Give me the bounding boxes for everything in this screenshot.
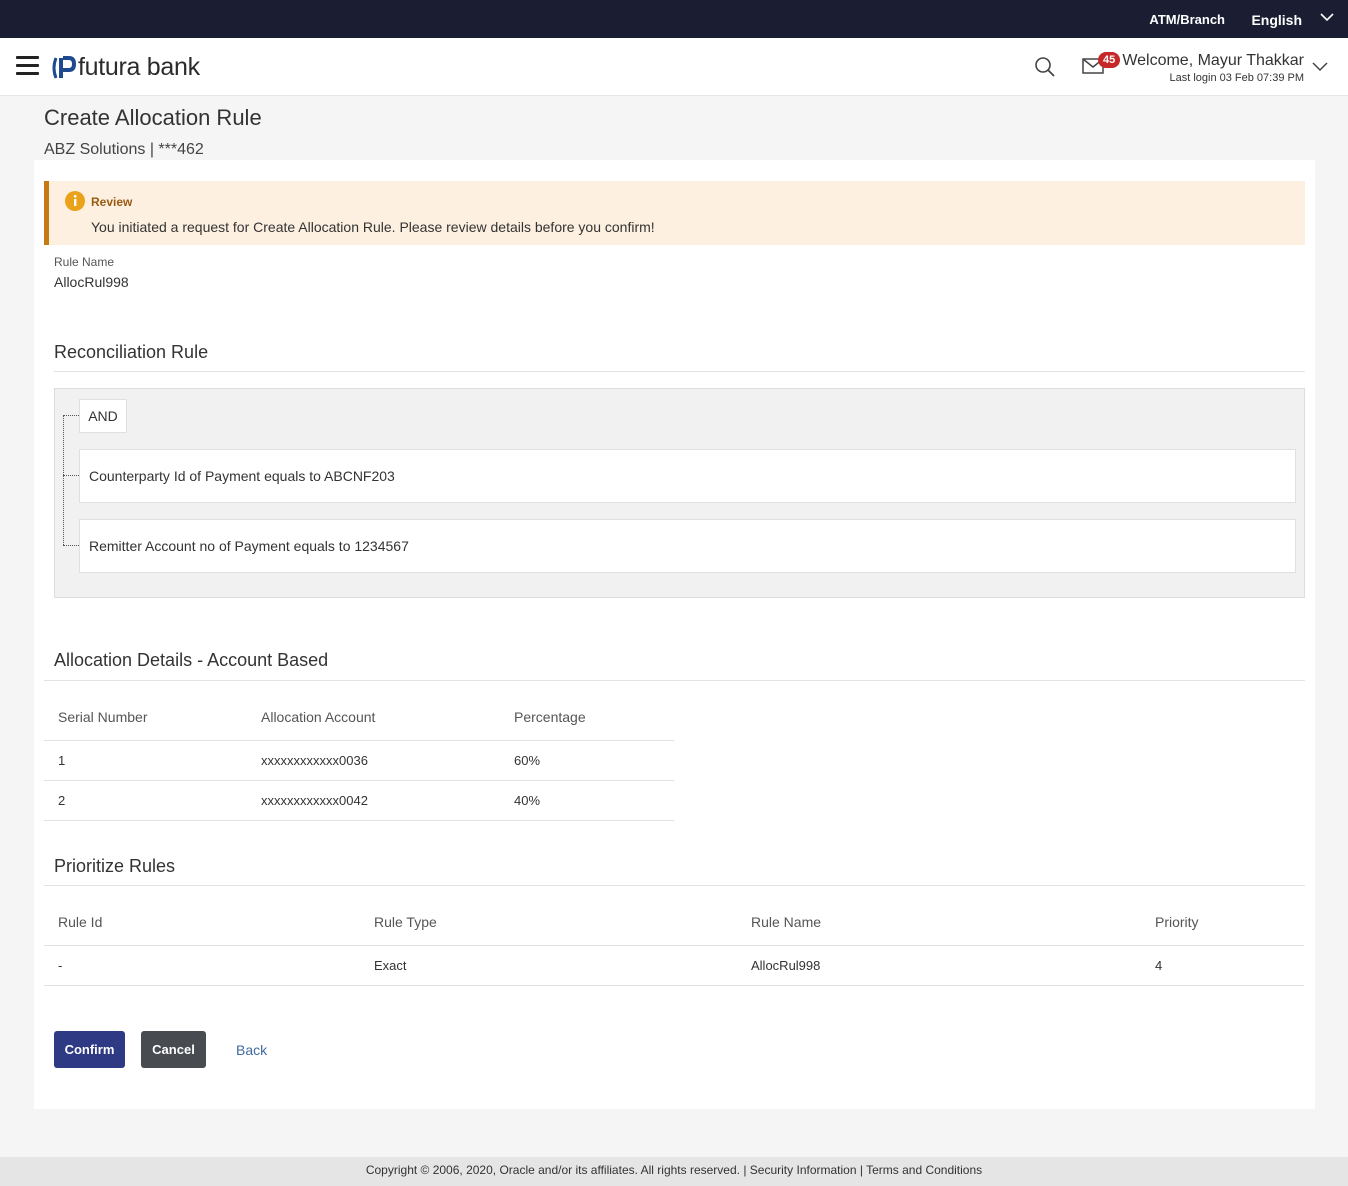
column-header: Rule Type [360,899,737,946]
welcome-user[interactable]: Welcome, Mayur Thakkar [1122,52,1304,70]
table-row: - Exact AllocRul998 4 [44,945,1304,986]
review-message: You initiated a request for Create Alloc… [91,219,655,235]
tree-branch [63,475,79,476]
rule-tree: AND Counterparty Id of Payment equals to… [54,388,1305,598]
party-subtitle: ABZ Solutions | ***462 [44,141,204,158]
rule-name-label: Rule Name [54,255,115,269]
rule-name-value: AllocRul998 [54,274,129,290]
brand-name: futura bank [78,53,200,81]
percentage-cell: 60% [500,740,674,781]
back-link[interactable]: Back [236,1042,267,1058]
table-header-row: Serial Number Allocation Account Percent… [44,694,674,741]
tree-branch [63,545,79,546]
divider [44,680,1305,681]
table-row: 2 xxxxxxxxxxxx0042 40% [44,780,674,821]
review-card: Review You initiated a request for Creat… [34,160,1315,1109]
cancel-button[interactable]: Cancel [141,1031,206,1068]
footer-separator: | [740,1163,750,1177]
search-icon[interactable] [1034,56,1056,78]
info-icon [65,191,85,211]
allocation-account-cell: xxxxxxxxxxxx0042 [247,780,500,821]
allocation-details-title: Allocation Details - Account Based [54,650,329,670]
column-header: Serial Number [44,694,247,741]
serial-number-cell: 1 [44,740,247,781]
brand-logo[interactable]: futura bank [50,53,200,82]
page-title: Create Allocation Rule [44,105,262,130]
prioritize-rules-title: Prioritize Rules [54,856,176,876]
footer: Copyright © 2006, 2020, Oracle and/or it… [0,1157,1348,1186]
column-header: Rule Id [44,899,360,946]
futura-logo-icon [52,55,76,79]
tree-line [63,415,64,545]
footer-separator: | [856,1163,867,1177]
header: futura bank 45 Welcome, Mayur Thakkar La… [0,38,1348,96]
table-row: 1 xxxxxxxxxxxx0036 60% [44,740,674,781]
confirm-button[interactable]: Confirm [54,1031,125,1068]
allocation-table: Serial Number Allocation Account Percent… [44,694,674,821]
serial-number-cell: 2 [44,780,247,821]
priority-cell: 4 [1141,945,1304,986]
column-header: Allocation Account [247,694,500,741]
allocation-account-cell: xxxxxxxxxxxx0036 [247,740,500,781]
column-header: Priority [1141,899,1304,946]
notification-badge[interactable]: 45 [1098,52,1121,68]
chevron-down-icon[interactable] [1320,10,1334,24]
column-header: Percentage [500,694,674,741]
top-bar: ATM/Branch English [0,0,1348,38]
column-header: Rule Name [737,899,1141,946]
last-login: Last login 03 Feb 07:39 PM [1169,72,1304,84]
security-information-link[interactable]: Security Information [750,1163,857,1177]
prioritize-table: Rule Id Rule Type Rule Name Priority - E… [44,899,1304,986]
language-selector[interactable]: English [1251,12,1302,28]
review-alert: Review You initiated a request for Creat… [44,181,1305,245]
atm-branch-link[interactable]: ATM/Branch [1149,12,1225,27]
condition-item: Remitter Account no of Payment equals to… [79,519,1296,573]
terms-conditions-link[interactable]: Terms and Conditions [866,1163,982,1177]
menu-icon[interactable] [16,56,39,76]
copyright-text: Copyright © 2006, 2020, Oracle and/or it… [365,1163,740,1177]
review-title: Review [91,195,133,209]
chevron-down-icon[interactable] [1312,60,1328,72]
rule-type-cell: Exact [360,945,737,986]
operator-chip: AND [79,399,127,433]
condition-item: Counterparty Id of Payment equals to ABC… [79,449,1296,503]
divider [44,885,1305,886]
tree-branch [63,415,79,416]
reconciliation-rule-title: Reconciliation Rule [54,342,209,362]
divider [54,371,1305,372]
table-header-row: Rule Id Rule Type Rule Name Priority [44,899,1304,946]
rule-id-cell: - [44,945,360,986]
rule-name-cell: AllocRul998 [737,945,1141,986]
percentage-cell: 40% [500,780,674,821]
